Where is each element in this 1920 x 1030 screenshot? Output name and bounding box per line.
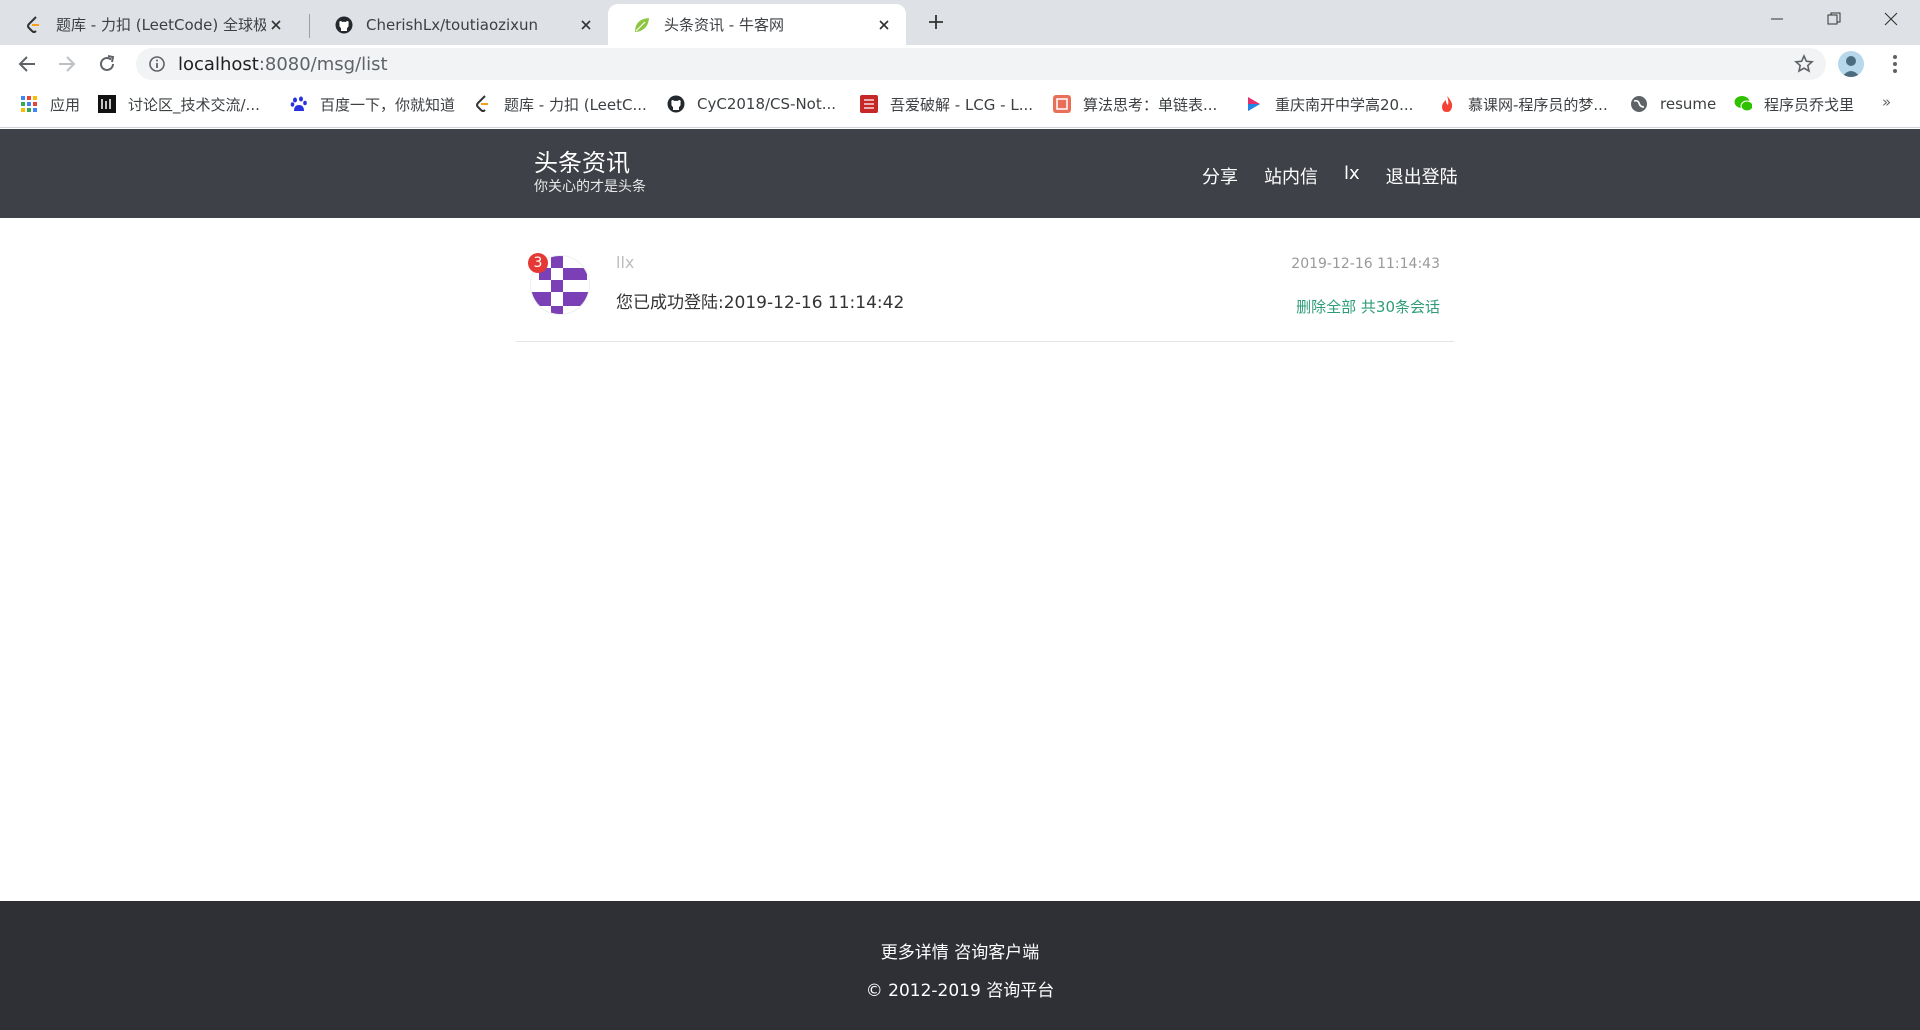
globe-icon [1630,95,1648,113]
bookmarks-overflow-button[interactable]: » [1882,93,1891,111]
bookmark-label: 讨论区_技术交流/... [128,95,260,114]
site-brand[interactable]: 头条资讯 你关心的才是头条 [534,149,646,197]
leetcode-icon [474,95,492,113]
jianshu-icon [1053,95,1071,113]
bookmark-cyc2018[interactable]: CyC2018/CS-Not... [667,93,836,115]
close-icon[interactable] [266,15,286,35]
url-host: localhost [178,53,259,75]
site-slogan: 你关心的才是头条 [534,179,646,195]
new-tab-button[interactable] [922,8,950,36]
browser-tab-toutiao[interactable]: 头条资讯 - 牛客网 [608,4,906,45]
leaf-icon [632,15,652,35]
restore-button[interactable] [1805,0,1863,38]
close-window-button[interactable] [1862,0,1920,38]
bookmark-label: CyC2018/CS-Not... [697,95,837,113]
url-path: :8080/msg/list [258,53,388,75]
tab-title: 题库 - 力扣 (LeetCode) 全球极客挚爱的技术成长平台 [56,16,266,34]
apps-grid-icon [20,95,38,113]
bookmark-label: 题库 - 力扣 (LeetC... [504,95,647,114]
nav-logout[interactable]: 退出登陆 [1386,163,1458,189]
profile-avatar[interactable] [1838,51,1864,77]
imooc-flame-icon [1438,95,1456,113]
delete-all-conversations-link[interactable]: 删除全部 共30条会话 [1296,296,1440,317]
bookmark-52pojie[interactable]: 吾爱破解 - LCG - L... [860,93,1033,115]
tab-title: CherishLx/toutiaozixun [366,15,539,34]
nav-share[interactable]: 分享 [1202,163,1238,189]
bilibili-icon [1245,95,1263,113]
message-conversation-item[interactable]: 3 llx 您已成功登陆:2019-12-16 11:14:42 2019-12… [516,218,1454,342]
message-content[interactable]: 您已成功登陆:2019-12-16 11:14:42 [616,288,904,313]
nav-messages[interactable]: 站内信 [1264,163,1318,189]
bookmark-baidu[interactable]: 百度一下，你就知道 [290,93,455,115]
bookmarks-bar: 应用 讨论区_技术交流/... 百度一下，你就知道 题库 - 力扣 (LeetC… [0,83,1920,128]
bookmark-label: 重庆南开中学高20... [1275,95,1414,114]
bookmark-imooc[interactable]: 慕课网-程序员的梦... [1438,93,1608,115]
close-icon[interactable] [576,15,596,35]
leetcode-icon [24,15,44,35]
footer-copyright: © 2012-2019 咨询平台 [865,981,1055,1001]
bookmark-leetcode[interactable]: 题库 - 力扣 (LeetC... [474,93,647,115]
bookmark-nankai[interactable]: 重庆南开中学高20... [1245,93,1413,115]
wechat-icon [1734,95,1752,113]
back-button[interactable] [12,49,42,79]
bookmark-label: 程序员乔戈里 [1764,95,1855,114]
bookmark-nowcoder[interactable]: 讨论区_技术交流/... [98,93,260,115]
52pojie-icon [860,95,878,113]
bookmark-label: 慕课网-程序员的梦... [1468,95,1608,114]
forward-button[interactable] [52,49,82,79]
message-timestamp: 2019-12-16 11:14:43 [1291,256,1440,272]
address-bar[interactable]: localhost:8080/msg/list [136,48,1826,80]
top-nav: 分享 站内信 lx 退出登陆 [1202,163,1458,189]
site-footer: 更多详情 咨询客户端 © 2012-2019 咨询平台 [0,901,1920,1030]
github-icon [334,15,354,35]
url-text[interactable]: localhost:8080/msg/list [178,54,1792,75]
nowcoder-icon [98,95,116,113]
bookmark-label: 应用 [50,95,81,114]
bookmark-label: 算法思考：单链表... [1083,95,1218,114]
bookmark-label: 吾爱破解 - LCG - L... [890,95,1034,114]
bookmark-apps[interactable]: 应用 [20,93,80,115]
minimize-button[interactable] [1748,0,1806,38]
reload-button[interactable] [92,49,122,79]
footer-details-link[interactable]: 更多详情 咨询客户端 [0,938,1920,963]
browser-menu-icon[interactable] [1882,51,1908,77]
baidu-paw-icon [290,95,308,113]
unread-count-badge: 3 [528,253,548,273]
browser-tab-leetcode[interactable]: 题库 - 力扣 (LeetCode) 全球极客挚爱的技术成长平台 [0,4,298,45]
bookmark-jianshu[interactable]: 算法思考：单链表... [1053,93,1217,115]
browser-tab-strip: 题库 - 力扣 (LeetCode) 全球极客挚爱的技术成长平台 Cherish… [0,0,1920,45]
bookmark-wechat[interactable]: 程序员乔戈里 [1734,93,1854,115]
github-icon [667,95,685,113]
site-title: 头条资讯 [534,149,630,177]
close-icon[interactable] [874,15,894,35]
browser-tab-github[interactable]: CherishLx/toutiaozixun [310,4,608,45]
bookmark-star-icon[interactable] [1792,52,1816,76]
tab-title: 头条资讯 - 牛客网 [664,16,784,34]
nav-user[interactable]: lx [1344,163,1360,189]
site-header: 头条资讯 你关心的才是头条 分享 站内信 lx 退出登陆 [0,129,1920,218]
info-icon[interactable] [148,55,166,73]
bookmark-label: resume [1660,95,1717,113]
message-username: llx [616,253,635,272]
bookmark-resume[interactable]: resume [1630,93,1716,115]
browser-toolbar: localhost:8080/msg/list [0,45,1920,83]
bookmark-label: 百度一下，你就知道 [320,95,456,114]
